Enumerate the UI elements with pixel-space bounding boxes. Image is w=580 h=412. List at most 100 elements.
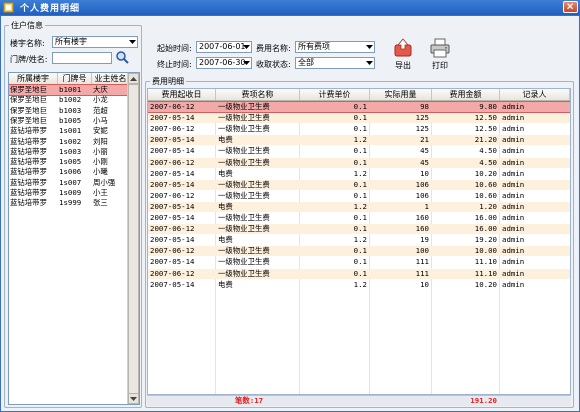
- fee-amount-cell: 4.50: [479, 146, 497, 156]
- fee-date-cell: 2007-05-14: [150, 146, 195, 156]
- header-amount[interactable]: 费用金额: [432, 89, 500, 100]
- header-unit-price[interactable]: 计费单价: [300, 89, 370, 100]
- start-date-picker[interactable]: 2007-06-01: [196, 41, 252, 53]
- fee-item-cell: 电费: [218, 235, 233, 245]
- fee-amount-cell: 19.20: [474, 235, 497, 245]
- fee-usage-cell: 45: [420, 157, 429, 167]
- fee-recorder-cell: admin: [502, 157, 525, 167]
- fee-unit-price-cell: 1.2: [353, 201, 367, 211]
- fee-date-cell: 2007-06-12: [150, 268, 195, 278]
- owner-row[interactable]: 保罗圣地巨 b1002 小龙: [9, 95, 130, 105]
- owner-row[interactable]: 保罗圣地巨 b1005 小马: [9, 116, 130, 126]
- fee-usage-cell: 111: [415, 257, 429, 267]
- fee-row[interactable]: 2007-06-12 一级物业卫生费 0.1 98 9.80 admin: [148, 101, 570, 113]
- fee-item-cell: 一级物业卫生费: [218, 213, 270, 222]
- owner-row[interactable]: 蓝钻培带罗 1s005 小刚: [9, 157, 130, 167]
- fee-row[interactable]: 2007-05-14 一级物业卫生费 0.1 111 11.10 admin: [148, 257, 570, 267]
- end-date-picker[interactable]: 2007-06-30: [196, 57, 252, 69]
- header-building[interactable]: 所属楼宇: [9, 73, 58, 84]
- fee-recorder-cell: admin: [502, 246, 525, 256]
- fee-date-cell: 2007-06-12: [150, 102, 195, 111]
- fee-amount-cell: 16.00: [474, 224, 497, 234]
- fee-row[interactable]: 2007-05-14 一级物业卫生费 0.1 160 16.00 admin: [148, 213, 570, 223]
- fee-row[interactable]: 2007-05-14 电费 1.2 10 10.20 admin: [148, 280, 570, 290]
- fee-unit-price-cell: 1.2: [353, 168, 367, 178]
- owner-building-cell: 保罗圣地巨: [10, 105, 47, 115]
- owner-row[interactable]: 蓝钻培带罗 1s007 周小强: [9, 178, 130, 188]
- fee-item-cell: 电费: [218, 279, 233, 289]
- fee-usage-cell: 10: [420, 279, 429, 289]
- fee-date-cell: 2007-05-14: [150, 257, 195, 267]
- owner-door-cell: 1s999: [59, 198, 82, 208]
- fee-name-select[interactable]: 所有费项: [295, 41, 375, 53]
- fee-date-cell: 2007-05-14: [150, 201, 195, 211]
- header-start-date[interactable]: 费用起收日: [148, 89, 216, 100]
- fee-row[interactable]: 2007-05-14 一级物业卫生费 0.1 106 10.60 admin: [148, 179, 570, 190]
- header-usage[interactable]: 实际用量: [370, 89, 432, 100]
- fee-item-cell: 一级物业卫生费: [218, 102, 270, 111]
- fee-unit-price-cell: 0.1: [353, 268, 367, 278]
- export-label: 导出: [395, 61, 411, 70]
- owner-building-cell: 保罗圣地巨: [10, 85, 47, 94]
- owner-row[interactable]: 蓝钻培带罗 1s006 小曦: [9, 167, 130, 177]
- close-button[interactable]: [563, 1, 578, 13]
- scroll-down-button[interactable]: [128, 393, 139, 404]
- owner-building-cell: 保罗圣地巨: [10, 115, 47, 125]
- export-button[interactable]: 导出: [388, 38, 418, 78]
- owner-row[interactable]: 蓝钻培带罗 1s003 小丽: [9, 147, 130, 157]
- status-select[interactable]: 全部: [295, 57, 375, 69]
- owner-row[interactable]: 蓝钻培带罗 1s002 刘阳: [9, 137, 130, 147]
- scroll-up-button[interactable]: [128, 73, 139, 84]
- fee-row[interactable]: 2007-05-14 电费 1.2 10 10.20 admin: [148, 169, 570, 179]
- fee-usage-cell: 106: [415, 190, 429, 200]
- fee-row[interactable]: 2007-05-14 电费 1.2 21 21.20 admin: [148, 135, 570, 146]
- fee-item-cell: 电费: [218, 135, 233, 145]
- scroll-thumb[interactable]: [128, 84, 139, 402]
- building-select[interactable]: 所有楼宇: [52, 36, 138, 48]
- fee-row[interactable]: 2007-05-14 电费 1.2 19 19.20 admin: [148, 235, 570, 245]
- fee-item-cell: 一级物业卫生费: [218, 179, 270, 189]
- owner-row[interactable]: 蓝钻培带罗 1s999 张三: [9, 198, 130, 208]
- owner-row[interactable]: 蓝钻培带罗 1s001 安妮: [9, 126, 130, 136]
- fee-row[interactable]: 2007-06-12 一级物业卫生费 0.1 111 11.10 admin: [148, 268, 570, 279]
- header-owner-name[interactable]: 业主姓名: [92, 73, 130, 84]
- owner-door-cell: 1s001: [59, 126, 82, 136]
- fee-detail-table[interactable]: 费用起收日 费项名称 计费单价 实际用量 费用金额 记录人 2007-06-12…: [147, 88, 571, 395]
- owner-table-scrollbar[interactable]: [127, 73, 139, 404]
- fee-unit-price-cell: 0.1: [353, 157, 367, 167]
- fee-row[interactable]: 2007-05-14 一级物业卫生费 0.1 45 4.50 admin: [148, 146, 570, 156]
- fee-row[interactable]: 2007-05-14 一级物业卫生费 0.1 125 12.50 admin: [148, 113, 570, 124]
- header-recorder[interactable]: 记录人: [500, 89, 570, 100]
- owner-row[interactable]: 保罗圣地巨 b1003 范超: [9, 106, 130, 116]
- fee-unit-price-cell: 0.1: [353, 190, 367, 200]
- fee-item-cell: 一级物业卫生费: [218, 246, 270, 256]
- owner-building-cell: 蓝钻培带罗: [10, 157, 47, 167]
- fee-amount-cell: 11.10: [474, 257, 497, 267]
- fee-row[interactable]: 2007-06-12 一级物业卫生费 0.1 160 16.00 admin: [148, 224, 570, 235]
- search-button[interactable]: [115, 50, 131, 66]
- owner-table[interactable]: 所属楼宇 门牌号 业主姓名 保罗圣地巨 b1001 大庆 保罗圣地巨 b1002 小龙 保罗…: [8, 72, 140, 405]
- owner-row[interactable]: 保罗圣地巨 b1001 大庆: [9, 84, 131, 96]
- owner-row[interactable]: 蓝钻培带罗 1s009 小王: [9, 188, 130, 198]
- fee-row[interactable]: 2007-06-12 一级物业卫生费 0.1 125 12.50 admin: [148, 124, 570, 134]
- header-fee-item[interactable]: 费项名称: [216, 89, 300, 100]
- fee-detail-header: 费用起收日 费项名称 计费单价 实际用量 费用金额 记录人: [148, 89, 570, 101]
- start-time-label: 起始时间:: [157, 44, 192, 53]
- fee-recorder-cell: admin: [502, 113, 525, 123]
- fee-amount-cell: 21.20: [474, 135, 497, 145]
- fee-amount-cell: 9.80: [479, 102, 497, 111]
- fee-usage-cell: 125: [415, 113, 429, 123]
- footer-count: 笔数:17: [235, 396, 264, 405]
- fee-recorder-cell: admin: [502, 124, 525, 134]
- print-button[interactable]: 打印: [425, 38, 455, 78]
- fee-row[interactable]: 2007-05-14 电费 1.2 1 1.20 admin: [148, 201, 570, 212]
- end-date-value: 2007-06-30: [199, 58, 246, 67]
- fee-row[interactable]: 2007-06-12 一级物业卫生费 0.1 106 10.60 admin: [148, 191, 570, 201]
- fee-row[interactable]: 2007-06-12 一级物业卫生费 0.1 100 10.00 admin: [148, 246, 570, 257]
- fee-usage-cell: 45: [420, 146, 429, 156]
- search-input[interactable]: [52, 52, 112, 64]
- header-door-no[interactable]: 门牌号: [58, 73, 92, 84]
- fee-row[interactable]: 2007-06-12 一级物业卫生费 0.1 45 4.50 admin: [148, 157, 570, 168]
- owner-door-cell: b1003: [59, 105, 82, 115]
- window-title: 个人费用明细: [20, 4, 81, 14]
